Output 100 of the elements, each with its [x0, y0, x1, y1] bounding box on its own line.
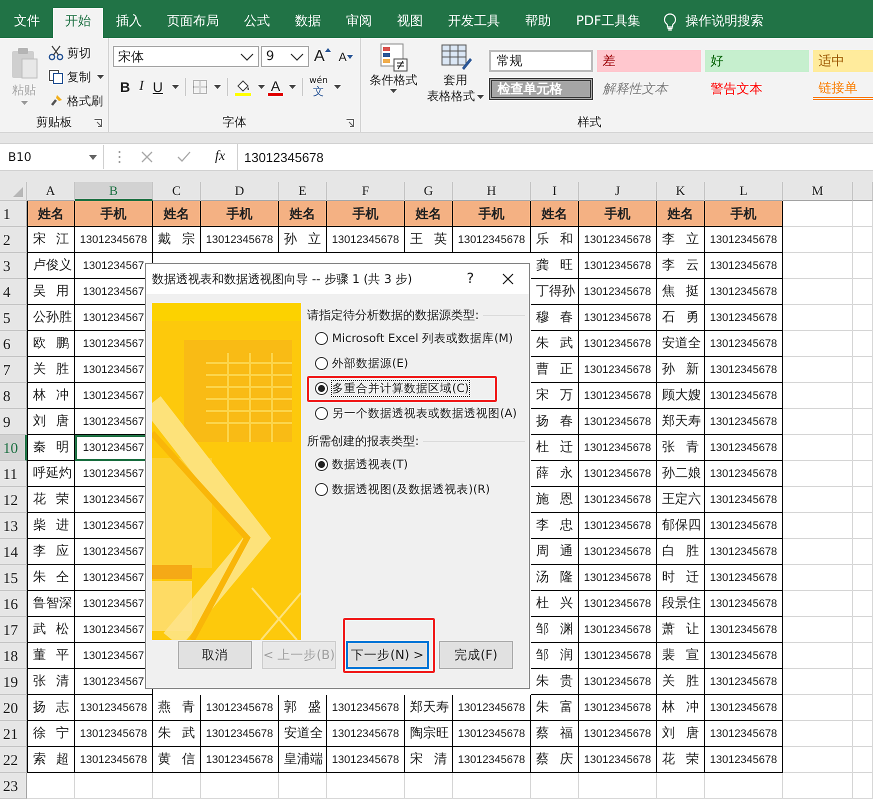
dialog-button[interactable]: 取消 [178, 641, 252, 669]
ribbon-tab[interactable]: 视图 [385, 8, 435, 38]
column-header[interactable]: H [453, 182, 531, 201]
grow-font-button[interactable]: A [311, 48, 334, 66]
column-header[interactable]: E [279, 182, 327, 201]
column-header[interactable]: A [27, 182, 75, 201]
caret-icon[interactable] [289, 85, 296, 89]
cell-style-option[interactable]: 警告文本 [704, 78, 809, 100]
row-header[interactable]: 4 [0, 279, 27, 305]
format-painter-button[interactable]: 格式刷 [48, 90, 104, 112]
row-header[interactable]: 21 [0, 721, 27, 747]
ribbon-tab[interactable]: 帮助 [513, 8, 563, 38]
column-header[interactable]: D [201, 182, 279, 201]
ribbon-tab[interactable]: PDF工具集 [564, 8, 652, 38]
row-header[interactable]: 12 [0, 487, 27, 513]
row-header[interactable]: 9 [0, 409, 27, 435]
caret-icon[interactable] [89, 154, 97, 160]
ribbon-tab[interactable]: 审阅 [334, 8, 384, 38]
cell-style-option[interactable]: 解释性文本 [596, 78, 701, 100]
column-header[interactable]: M [783, 182, 853, 201]
dialog-button[interactable]: 下一步(N) > [346, 641, 429, 669]
cell-style-option[interactable]: 好 [704, 50, 809, 72]
dialog-launcher-icon[interactable] [94, 119, 102, 127]
row-header[interactable]: 16 [0, 591, 27, 617]
column-header[interactable]: K [657, 182, 705, 201]
column-header[interactable]: I [531, 182, 579, 201]
italic-button[interactable]: I [136, 79, 147, 95]
phonetic-button[interactable]: wén 文 [309, 77, 328, 97]
ribbon-tab[interactable]: 开始 [53, 8, 103, 38]
copy-button[interactable]: 复制 [48, 66, 104, 88]
splitter-handle-icon[interactable] [118, 150, 121, 164]
borders-icon[interactable] [192, 79, 208, 95]
dialog-launcher-icon[interactable] [346, 119, 354, 127]
cell-style-option[interactable]: 差 [596, 50, 701, 72]
help-button[interactable]: ? [466, 271, 474, 287]
radio-option[interactable]: 外部数据源(E) [315, 356, 408, 371]
ribbon-tab[interactable]: 文件 [2, 8, 52, 38]
radio-option[interactable]: Microsoft Excel 列表或数据库(M) [315, 331, 514, 346]
close-icon[interactable] [502, 273, 514, 285]
table-cell: 朱 武 [153, 721, 201, 747]
bold-button[interactable]: B [117, 79, 134, 95]
fill-color-icon[interactable] [234, 78, 252, 96]
caret-icon[interactable] [172, 85, 179, 89]
table-cell: 刘 唐 [27, 409, 75, 435]
cell-style-option[interactable]: 适中 [812, 50, 873, 72]
font-color-button[interactable]: A [268, 78, 284, 96]
row-header[interactable]: 3 [0, 253, 27, 279]
caret-icon[interactable] [258, 85, 265, 89]
row-header[interactable]: 7 [0, 357, 27, 383]
radio-option[interactable]: 另一个数据透视表或数据透视图(A) [315, 406, 517, 421]
column-header[interactable]: F [327, 182, 405, 201]
row-header[interactable]: 1 [0, 201, 27, 227]
cut-button[interactable]: 剪切 [48, 42, 104, 64]
radio-option[interactable]: 数据透视表(T) [315, 457, 408, 472]
row-header[interactable]: 8 [0, 383, 27, 409]
ribbon-tab[interactable]: 页面布局 [155, 8, 231, 38]
table-cell: 朱 武 [531, 331, 579, 357]
check-icon[interactable] [177, 151, 191, 163]
row-header[interactable]: 14 [0, 539, 27, 565]
table-cell: 13012345678 [705, 747, 783, 773]
column-header[interactable]: C [153, 182, 201, 201]
column-header[interactable]: G [405, 182, 453, 201]
row-header[interactable]: 6 [0, 331, 27, 357]
row-header[interactable]: 22 [0, 747, 27, 773]
column-header[interactable]: J [579, 182, 657, 201]
underline-button[interactable]: U [150, 79, 166, 95]
column-header[interactable]: B [75, 182, 153, 201]
caret-icon[interactable] [214, 85, 221, 89]
row-header[interactable]: 20 [0, 695, 27, 721]
ribbon-tab[interactable]: 数据 [283, 8, 333, 38]
row-header[interactable]: 11 [0, 461, 27, 487]
ribbon-tab[interactable]: 插入 [104, 8, 154, 38]
font-name-dropdown[interactable]: 宋体 [113, 46, 259, 67]
row-header[interactable]: 2 [0, 227, 27, 253]
insert-function-button[interactable]: fx [215, 149, 226, 165]
row-header[interactable]: 19 [0, 669, 27, 695]
shrink-font-button[interactable]: A [336, 50, 356, 64]
dialog-button[interactable]: 完成(F) [439, 641, 513, 669]
column-header[interactable]: L [705, 182, 783, 201]
dialog-title: 数据透视表和数据透视图向导 -- 步骤 1 (共 3 步) [152, 270, 412, 288]
row-header[interactable]: 10 [0, 435, 27, 461]
table-cell: 13012345678 [705, 227, 783, 253]
row-header[interactable]: 15 [0, 565, 27, 591]
row-header[interactable]: 17 [0, 617, 27, 643]
row-header[interactable]: 23 [0, 773, 27, 799]
font-size-dropdown[interactable]: 9 [261, 46, 309, 67]
ribbon-tab[interactable]: 开发工具 [436, 8, 512, 38]
conditional-format-button[interactable]: 条件格式 [364, 42, 423, 112]
name-box[interactable]: B10 [4, 145, 104, 169]
ribbon-tab[interactable]: 公式 [232, 8, 282, 38]
cell-style-option[interactable]: 常规 [488, 50, 593, 72]
radio-option[interactable]: 多重合并计算数据区域(C) [315, 381, 470, 396]
formula-input[interactable]: 13012345678 [237, 144, 873, 170]
row-header[interactable]: 18 [0, 643, 27, 669]
row-header[interactable]: 13 [0, 513, 27, 539]
radio-option[interactable]: 数据透视图(及数据透视表)(R) [315, 482, 490, 497]
search-label[interactable]: 操作说明搜索 [685, 8, 776, 38]
caret-icon[interactable] [334, 85, 341, 89]
row-header[interactable]: 5 [0, 305, 27, 331]
format-as-table-button[interactable]: 套用 表格格式 [426, 42, 485, 112]
